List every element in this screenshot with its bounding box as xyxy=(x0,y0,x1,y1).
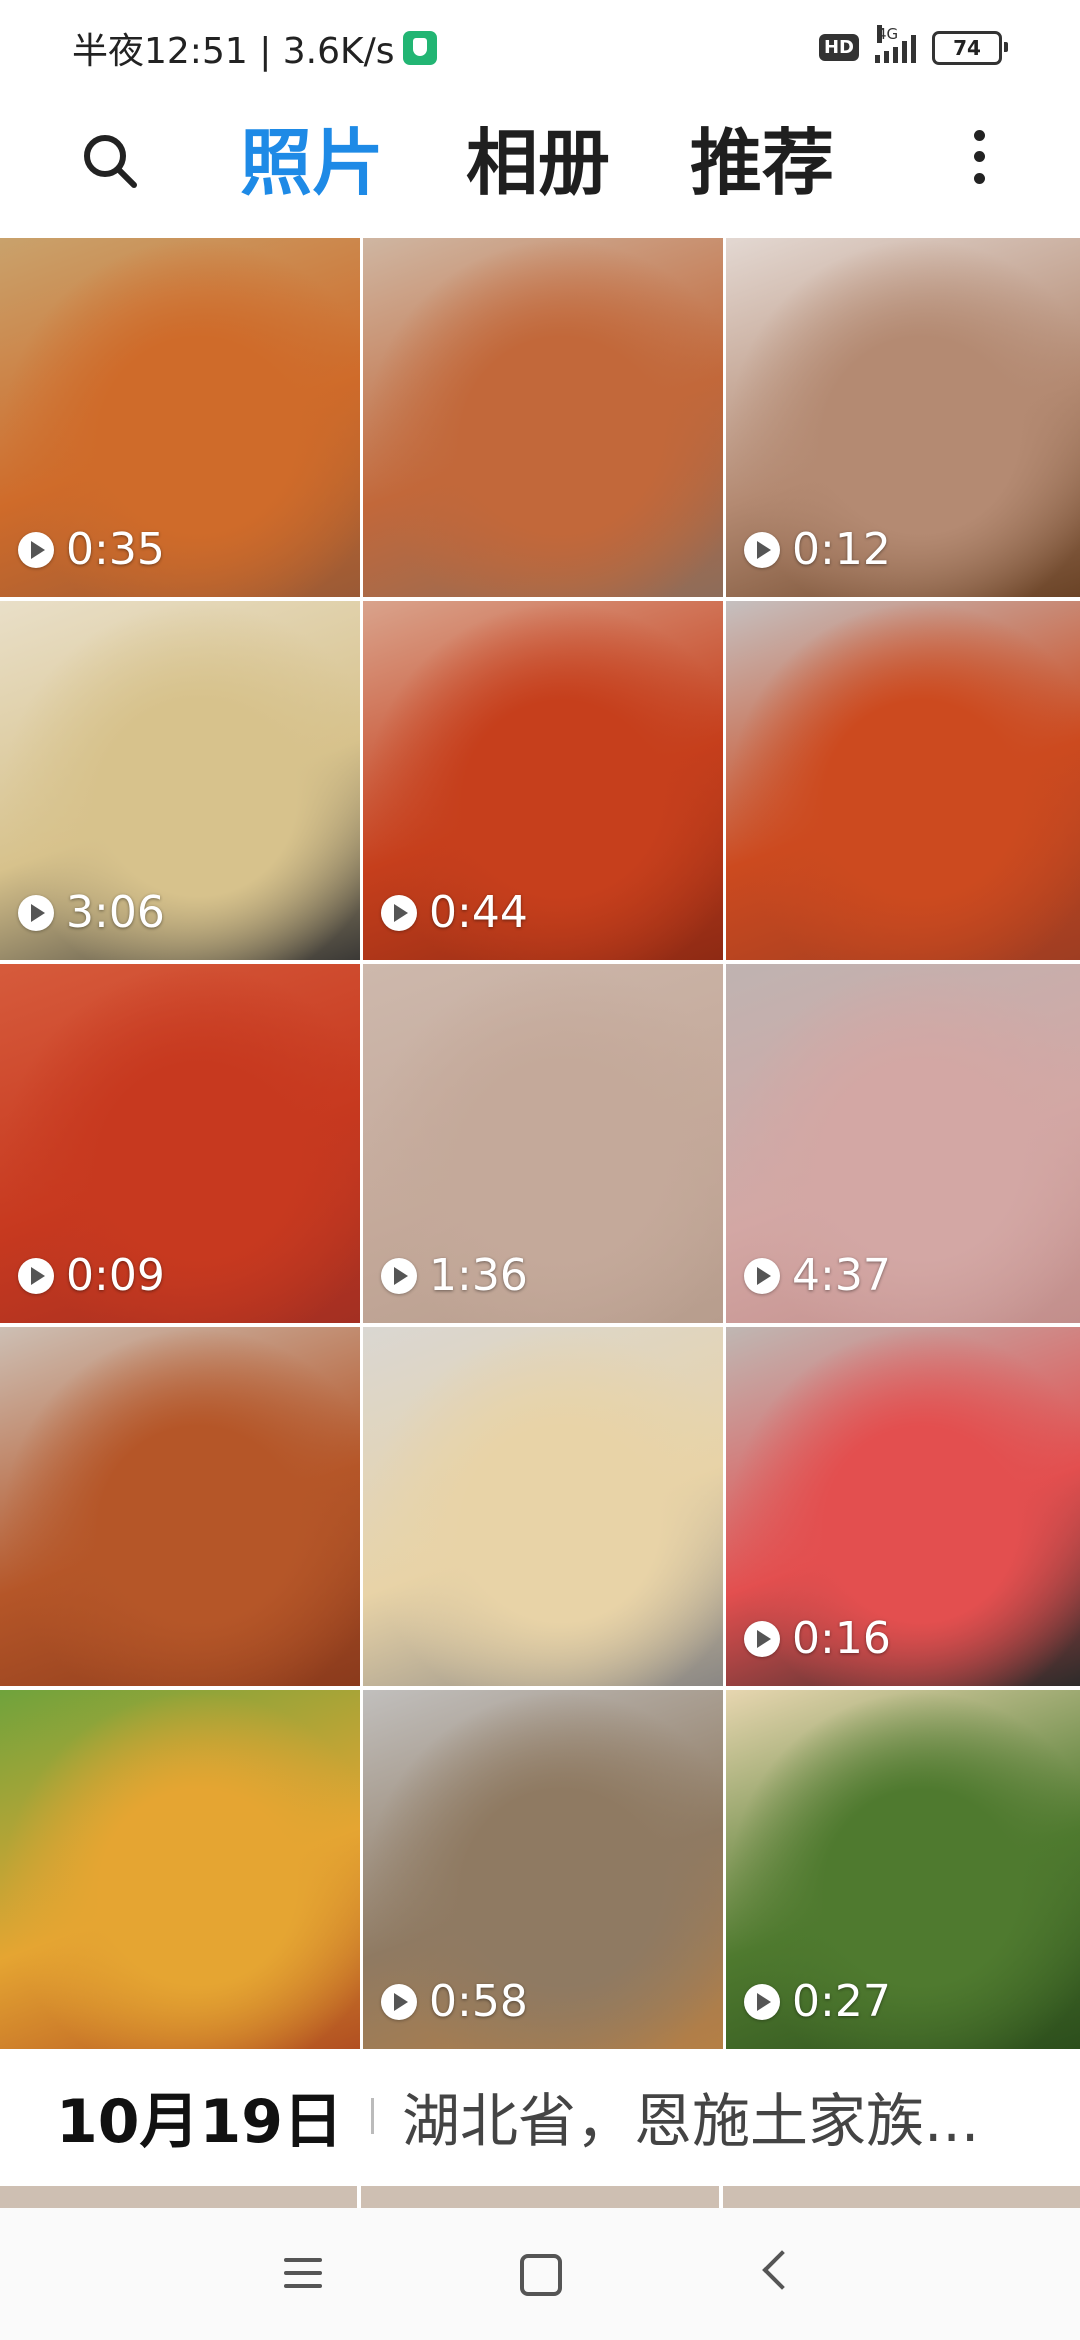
play-icon xyxy=(744,1620,780,1657)
media-tile[interactable]: 0:09 xyxy=(0,964,360,1323)
media-tile[interactable]: 4:37 xyxy=(726,964,1080,1323)
video-duration: 0:16 xyxy=(792,1613,891,1664)
search-icon[interactable] xyxy=(80,131,140,191)
media-tile[interactable]: 0:44 xyxy=(363,601,723,960)
play-icon xyxy=(744,531,780,568)
video-duration-badge: 0:09 xyxy=(18,1250,165,1301)
media-tile[interactable]: 3:06 xyxy=(0,601,360,960)
video-duration-badge: 0:27 xyxy=(744,1976,891,2027)
video-duration: 0:12 xyxy=(792,524,891,575)
play-icon xyxy=(18,894,54,931)
status-time-speed: 半夜12:51 | 3.6K/s xyxy=(72,30,395,72)
gallery-header: 照片 相册 推荐 xyxy=(0,95,1080,235)
video-duration: 0:44 xyxy=(429,887,528,938)
video-duration: 1:36 xyxy=(429,1250,528,1301)
system-nav-bar xyxy=(0,2208,1080,2340)
play-icon xyxy=(381,1257,417,1294)
video-duration-badge: 0:16 xyxy=(744,1613,891,1664)
video-duration: 4:37 xyxy=(792,1250,891,1301)
tab-photos[interactable]: 照片 xyxy=(240,113,384,213)
video-duration-badge: 3:06 xyxy=(18,887,165,938)
media-tile[interactable] xyxy=(0,1690,360,2049)
video-duration-badge: 1:36 xyxy=(381,1250,528,1301)
media-tile[interactable] xyxy=(0,1327,360,1686)
media-tile[interactable] xyxy=(363,238,723,597)
date-section-header: 10月19日 湖北省，恩施土家族... xyxy=(0,2046,1080,2186)
next-row-preview xyxy=(0,2186,1080,2208)
media-tile[interactable]: 0:35 xyxy=(0,238,360,597)
video-duration-badge: 0:35 xyxy=(18,524,165,575)
video-duration: 0:58 xyxy=(429,1976,528,2027)
media-tile[interactable] xyxy=(363,1327,723,1686)
play-icon xyxy=(744,1983,780,2020)
battery-icon: 74 xyxy=(932,30,1008,65)
media-tile[interactable]: 0:12 xyxy=(726,238,1080,597)
status-left: 半夜12:51 | 3.6K/s xyxy=(72,22,437,74)
status-bar: 半夜12:51 | 3.6K/s HD 4G 74 xyxy=(0,0,1080,95)
video-duration: 0:27 xyxy=(792,1976,891,2027)
play-icon xyxy=(381,1983,417,2020)
battery-level: 74 xyxy=(953,35,981,60)
status-right: HD 4G 74 xyxy=(818,24,1008,65)
signal-icon: 4G xyxy=(875,24,916,63)
back-icon[interactable] xyxy=(762,2250,802,2290)
play-icon xyxy=(18,1257,54,1294)
hd-badge: HD xyxy=(818,34,859,61)
media-tile[interactable] xyxy=(726,601,1080,960)
home-icon[interactable] xyxy=(520,2254,562,2296)
play-icon xyxy=(744,1257,780,1294)
tab-albums[interactable]: 相册 xyxy=(466,113,610,213)
play-icon xyxy=(18,531,54,568)
media-tile[interactable]: 0:27 xyxy=(726,1690,1080,2049)
recent-apps-icon[interactable] xyxy=(284,2258,322,2288)
video-duration: 0:09 xyxy=(66,1250,165,1301)
play-icon xyxy=(381,894,417,931)
media-tile[interactable]: 0:58 xyxy=(363,1690,723,2049)
video-duration: 3:06 xyxy=(66,887,165,938)
video-duration: 0:35 xyxy=(66,524,165,575)
video-duration-badge: 4:37 xyxy=(744,1250,891,1301)
section-date: 10月19日 xyxy=(56,2086,343,2157)
section-location[interactable]: 湖北省，恩施土家族... xyxy=(402,2074,979,2158)
section-divider xyxy=(371,2098,374,2134)
media-tile[interactable]: 0:16 xyxy=(726,1327,1080,1686)
tab-recommend[interactable]: 推荐 xyxy=(690,113,834,213)
network-type: 4G xyxy=(877,24,899,43)
video-duration-badge: 0:58 xyxy=(381,1976,528,2027)
more-options-icon[interactable] xyxy=(964,125,994,189)
video-duration-badge: 0:12 xyxy=(744,524,891,575)
media-tile[interactable]: 1:36 xyxy=(363,964,723,1323)
vpn-shield-icon xyxy=(402,30,437,65)
video-duration-badge: 0:44 xyxy=(381,887,528,938)
